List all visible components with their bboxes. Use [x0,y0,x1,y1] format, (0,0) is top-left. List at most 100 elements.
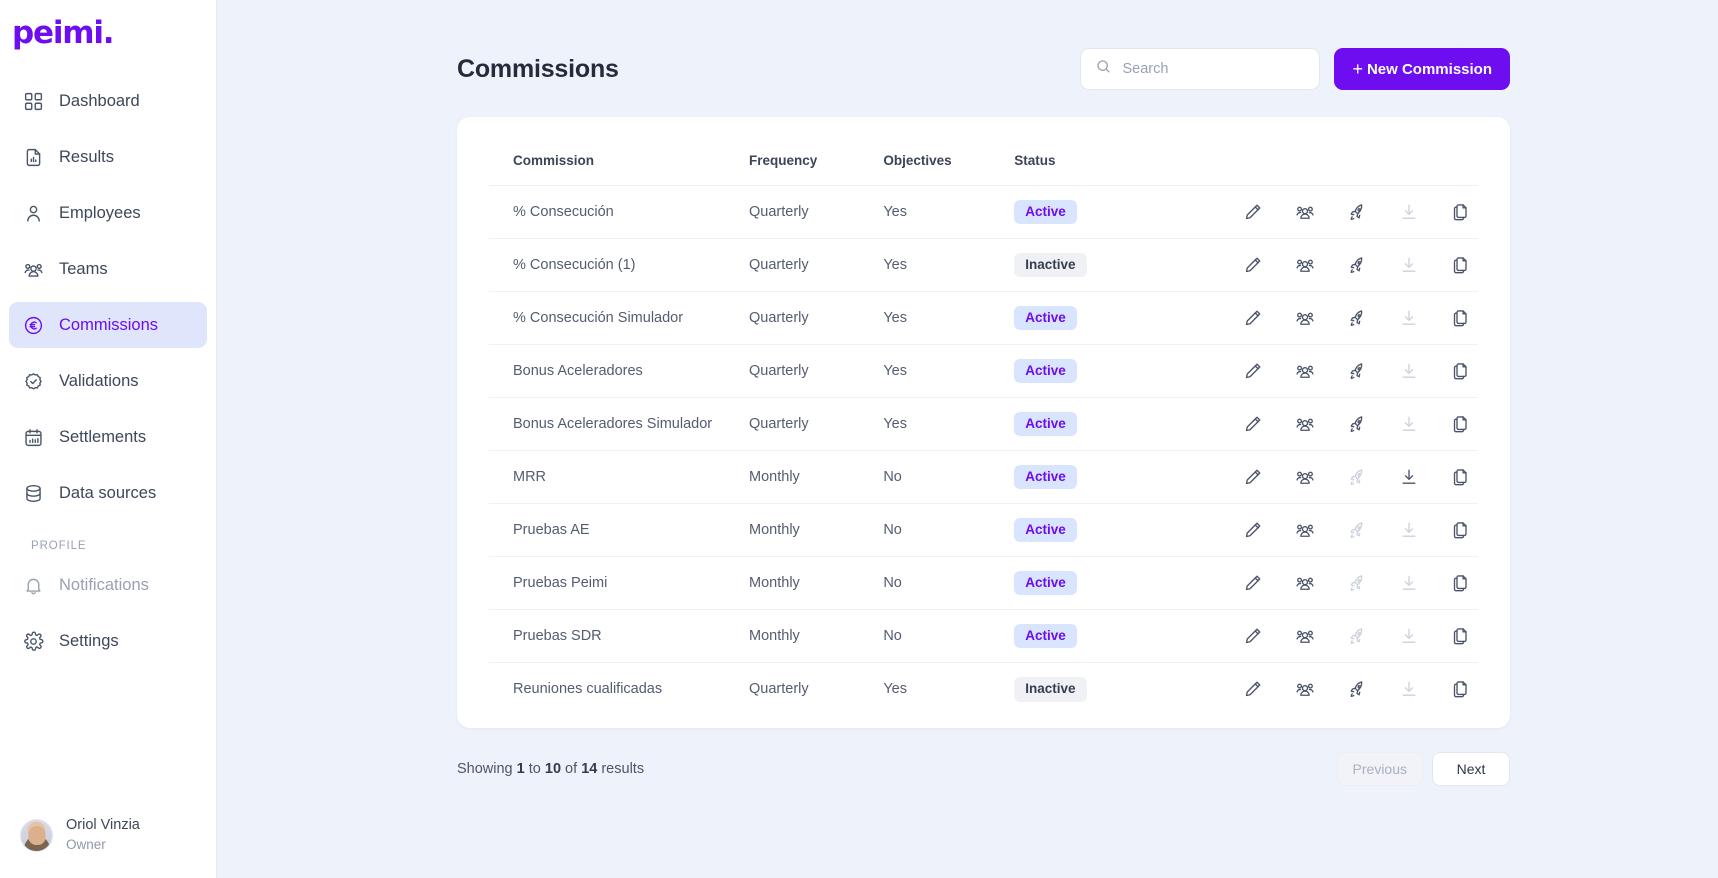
check-badge-icon [22,370,44,392]
launch-action [1346,466,1368,488]
download-action [1398,678,1420,700]
cell-status: Inactive [1014,663,1242,716]
row-actions [1242,572,1478,594]
assign-users-action[interactable] [1294,572,1316,594]
launch-action[interactable] [1346,307,1368,329]
new-commission-button[interactable]: + New Commission [1334,48,1510,90]
download-action [1398,307,1420,329]
sidebar-item-label: Settlements [59,427,147,446]
user-icon [22,202,44,224]
download-action [1398,625,1420,647]
brand-logo[interactable]: peimi. [12,18,216,49]
cell-objectives: Yes [883,397,1015,451]
download-action[interactable] [1398,466,1420,488]
sidebar-item-settings[interactable]: Settings [9,618,207,664]
table-row: Pruebas Peimi Monthly No Active [489,556,1478,610]
primary-nav: Dashboard Results Employees Teams Commis… [0,78,216,674]
search-input[interactable] [1122,61,1306,77]
cell-actions [1242,556,1478,610]
header-actions: + New Commission [1080,48,1510,90]
main-content: Commissions + New Commission Commission … [217,0,1718,878]
edit-action[interactable] [1242,519,1264,541]
download-action [1398,254,1420,276]
assign-users-action[interactable] [1294,201,1316,223]
cell-actions [1242,238,1478,292]
edit-action[interactable] [1242,254,1264,276]
cell-status: Active [1014,291,1242,345]
user-profile-card[interactable]: Oriol Vinzia Owner [0,816,216,854]
assign-users-action[interactable] [1294,678,1316,700]
commissions-card: Commission Frequency Objectives Status %… [457,117,1510,728]
table-row: Pruebas AE Monthly No Active [489,503,1478,557]
edit-action[interactable] [1242,413,1264,435]
cell-objectives: Yes [883,681,907,698]
duplicate-action[interactable] [1450,519,1472,541]
edit-action[interactable] [1242,307,1264,329]
row-actions [1242,466,1478,488]
table-head: Commission Frequency Objectives Status [489,125,1478,186]
duplicate-action[interactable] [1450,360,1472,382]
launch-action[interactable] [1346,678,1368,700]
search-box[interactable] [1080,48,1321,90]
assign-users-action[interactable] [1294,307,1316,329]
edit-action[interactable] [1242,625,1264,647]
status-badge: Inactive [1014,252,1087,278]
sidebar-item-teams[interactable]: Teams [9,246,207,292]
sidebar-item-settlements[interactable]: Settlements [9,414,207,460]
commissions-table: Commission Frequency Objectives Status %… [489,125,1478,716]
cell-actions [1242,344,1478,398]
database-icon [22,482,44,504]
duplicate-action[interactable] [1450,307,1472,329]
launch-action[interactable] [1346,254,1368,276]
assign-users-action[interactable] [1294,519,1316,541]
duplicate-action[interactable] [1450,572,1472,594]
search-icon [1095,58,1112,80]
duplicate-action[interactable] [1450,413,1472,435]
next-page-button[interactable]: Next [1432,751,1510,786]
edit-action[interactable] [1242,360,1264,382]
status-badge: Active [1014,358,1077,384]
cell-status: Active [1014,609,1242,663]
download-action [1398,201,1420,223]
sidebar-item-commissions[interactable]: Commissions [9,302,207,348]
duplicate-action[interactable] [1450,201,1472,223]
launch-action [1346,625,1368,647]
assign-users-action[interactable] [1294,254,1316,276]
edit-action[interactable] [1242,678,1264,700]
status-badge: Active [1014,199,1077,225]
table-footer: Showing 1 to 10 of 14 results Previous N… [457,751,1510,786]
assign-users-action[interactable] [1294,360,1316,382]
cell-objectives: Yes [883,238,1015,292]
assign-users-action[interactable] [1294,466,1316,488]
launch-action[interactable] [1346,413,1368,435]
duplicate-action[interactable] [1450,625,1472,647]
assign-users-action[interactable] [1294,625,1316,647]
sidebar-item-validations[interactable]: Validations [9,358,207,404]
edit-action[interactable] [1242,201,1264,223]
edit-action[interactable] [1242,572,1264,594]
cell-commission: % Consecución [489,185,750,239]
duplicate-action[interactable] [1450,678,1472,700]
plus-icon: + [1352,59,1363,79]
previous-page-button[interactable]: Previous [1336,751,1423,786]
sidebar-item-employees[interactable]: Employees [9,190,207,236]
duplicate-action[interactable] [1450,254,1472,276]
column-header-actions [1242,125,1478,186]
page-title: Commissions [457,54,619,83]
sidebar-item-data-sources[interactable]: Data sources [9,470,207,516]
cell-commission: Bonus Aceleradores [489,344,750,398]
sidebar-item-label: Notifications [59,575,149,594]
sidebar-item-dashboard[interactable]: Dashboard [9,78,207,124]
showing-mid2: of [561,760,582,777]
sidebar-item-notifications[interactable]: Notifications [9,562,207,608]
launch-action[interactable] [1346,201,1368,223]
cell-frequency: Monthly [749,609,884,663]
duplicate-action[interactable] [1450,466,1472,488]
edit-action[interactable] [1242,466,1264,488]
row-actions [1242,307,1478,329]
row-actions [1242,254,1478,276]
launch-action[interactable] [1346,360,1368,382]
assign-users-action[interactable] [1294,413,1316,435]
sidebar-item-results[interactable]: Results [9,134,207,180]
cell-frequency: Monthly [749,503,884,557]
